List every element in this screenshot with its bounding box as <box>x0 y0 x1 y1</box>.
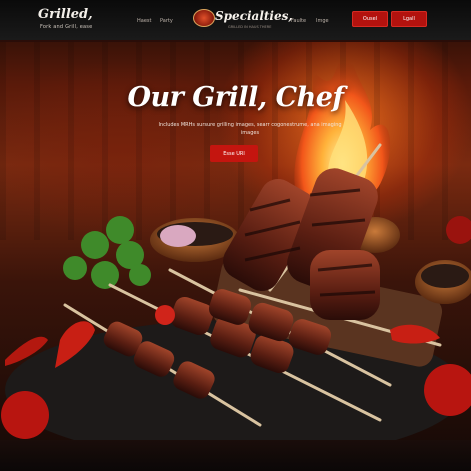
hero-subtitle: Includes MRHs sursure grilling images, s… <box>158 122 342 136</box>
hero-cta-button[interactable]: Esse URl <box>210 145 258 162</box>
header-button-secondary[interactable]: Lgall <box>391 11 427 27</box>
page: Grilled, Fork and Grill, ease Haest Part… <box>0 0 471 471</box>
hero-title: Our Grill, Chef <box>127 82 344 113</box>
onion-slice <box>160 225 196 247</box>
tomato <box>446 216 471 244</box>
site-tagline: Fork and Grill, ease <box>40 24 93 30</box>
site-logo[interactable]: Grilled, <box>38 8 93 21</box>
footer-strip <box>0 440 471 471</box>
top-navbar: Grilled, Fork and Grill, ease Haest Part… <box>0 0 471 42</box>
nav-link-home[interactable]: Haest <box>137 18 151 24</box>
header-button-primary[interactable]: Ousel <box>352 11 388 27</box>
nav-link-features[interactable]: Faulte <box>291 18 306 24</box>
brand-emblem-icon <box>193 9 215 27</box>
grill-illustration <box>1 45 471 460</box>
brand-title[interactable]: Specialties, <box>215 9 293 23</box>
parsley-garnish <box>63 216 151 289</box>
tomato <box>1 391 49 439</box>
spice-bowl <box>421 264 469 288</box>
nav-link-party[interactable]: Party <box>160 18 173 24</box>
nav-link-images[interactable]: Imge <box>316 18 329 24</box>
brand-subtitle: GRILLED IN HAUS THERE <box>228 25 272 29</box>
tomato <box>155 305 175 325</box>
